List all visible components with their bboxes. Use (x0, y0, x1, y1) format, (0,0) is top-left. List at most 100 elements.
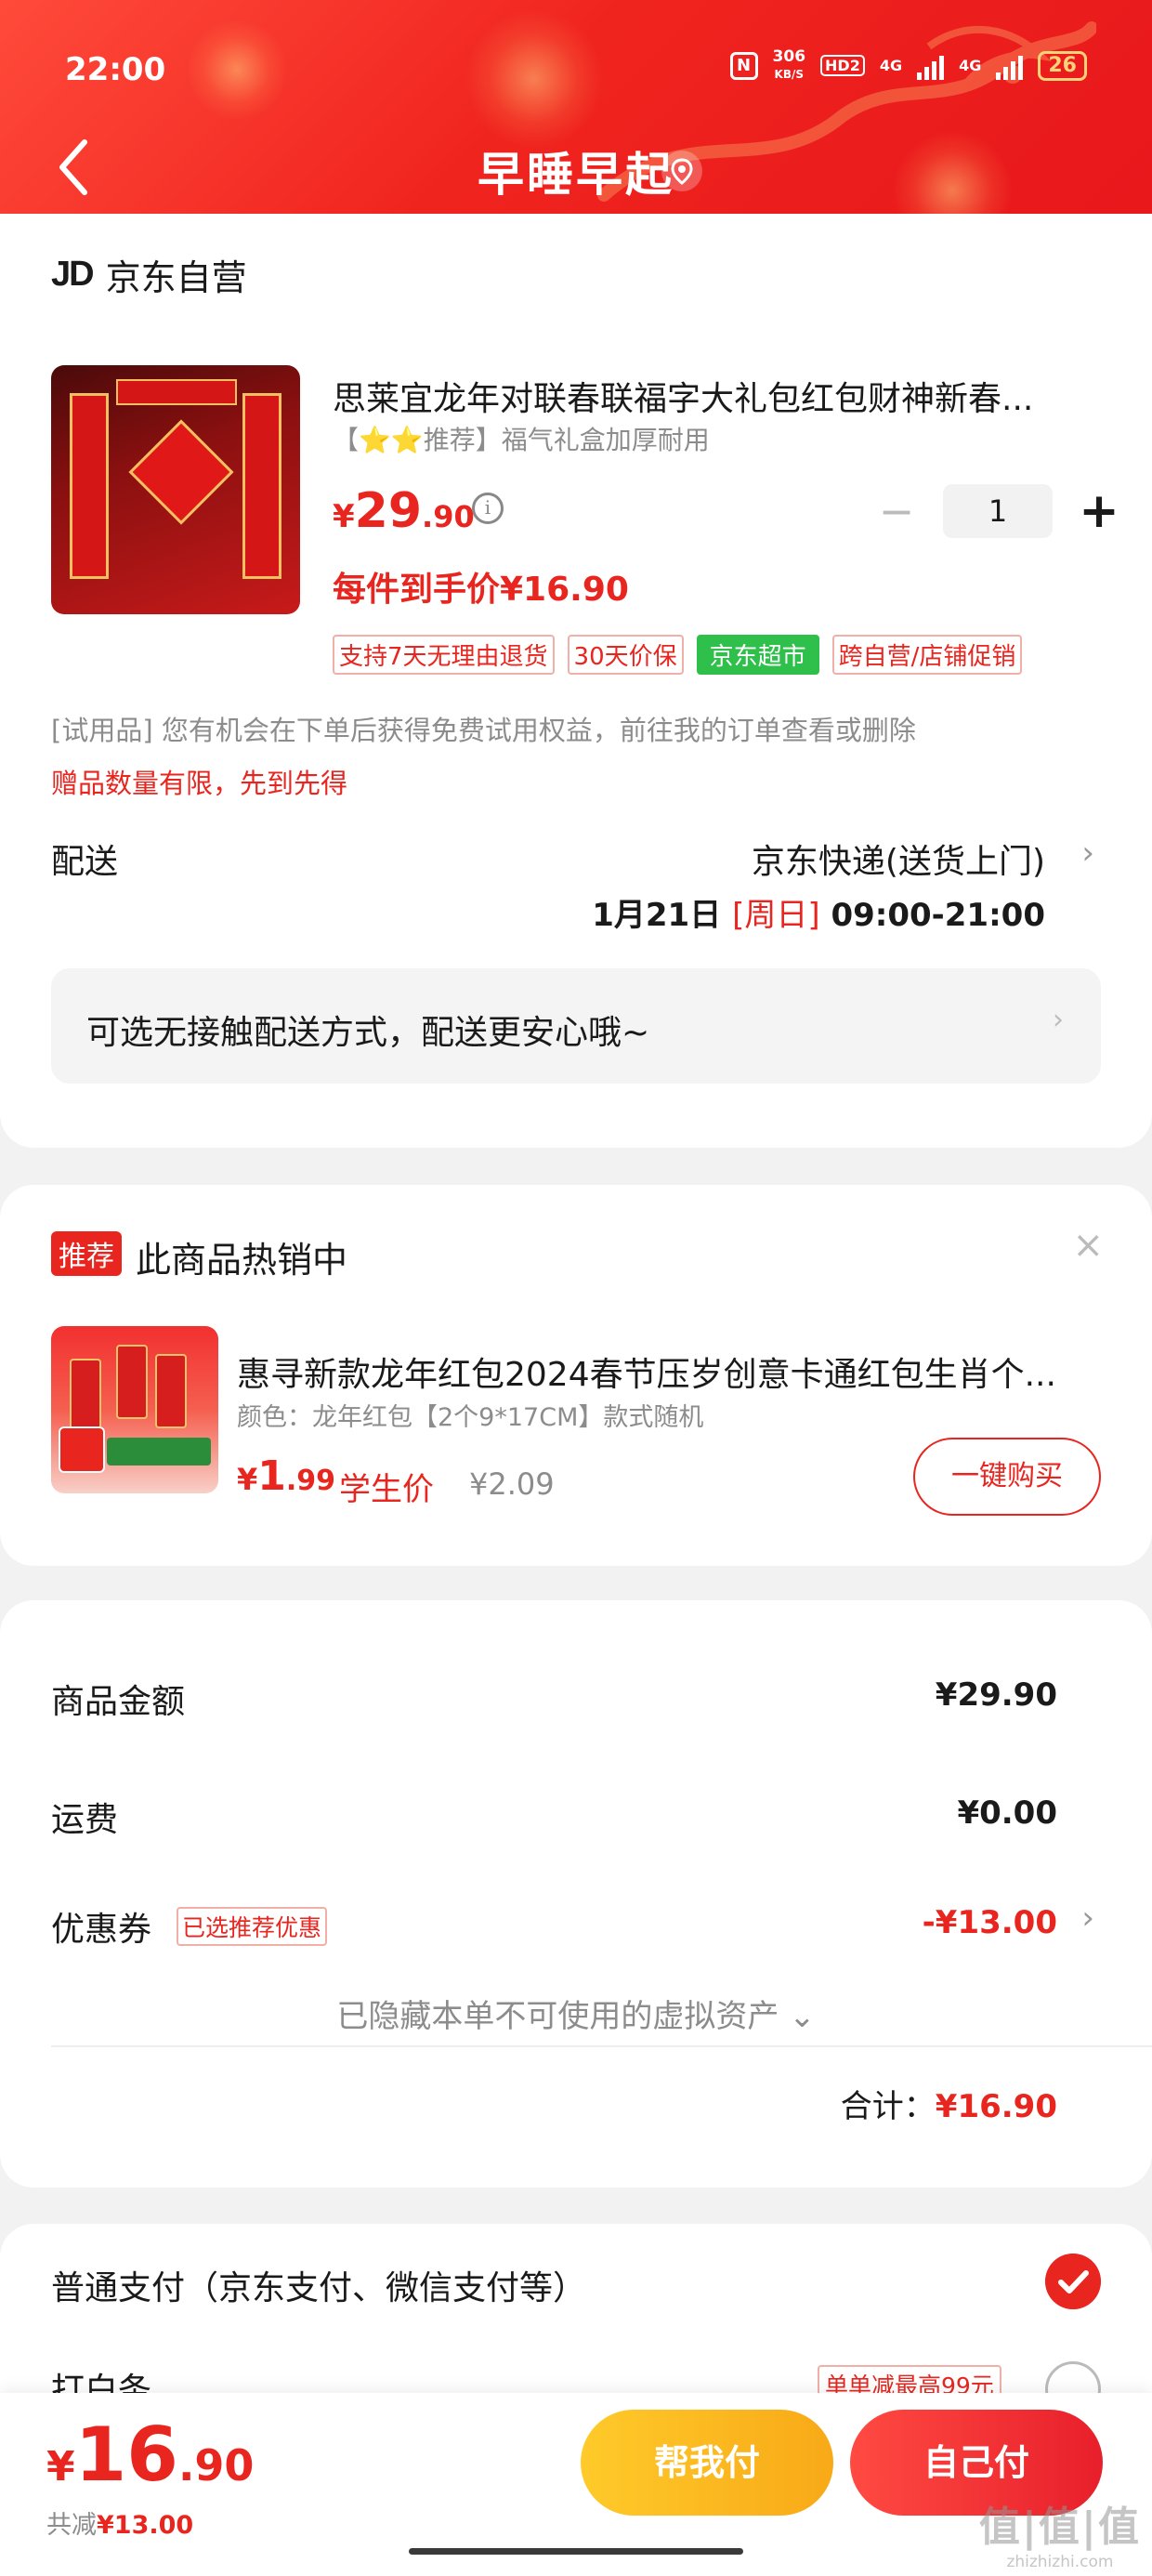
chevron-right-icon: › (1053, 1004, 1064, 1036)
product-image-couplet (242, 393, 281, 579)
price-integer: 29 (354, 483, 423, 539)
home-indicator[interactable] (409, 2548, 743, 2555)
discount-label: 共减 (46, 2511, 97, 2540)
divider (51, 2045, 1152, 2047)
product-tags: 支持7天无理由退货 30天价保 京东超市 跨自营/店铺促销 (333, 635, 1023, 675)
price-currency: ¥ (237, 1462, 258, 1497)
image-label (59, 1426, 105, 1473)
checkout-bar: ¥16.90 共减¥13.00 帮我付 自己付 值|值|值 zhizhizhi.… (0, 2393, 1152, 2576)
image-packet (116, 1345, 148, 1419)
shop-name: 京东自营 (105, 257, 247, 298)
battery-icon: 26 (1038, 50, 1087, 81)
coupon-label: 优惠券 (51, 1911, 152, 1949)
tag-promotion: 跨自营/店铺促销 (831, 635, 1023, 675)
total-value: ¥16.90 (935, 2088, 1057, 2125)
original-price: ¥2.09 (469, 1466, 555, 1502)
discount-value: ¥13.00 (97, 2511, 194, 2540)
recommend-badge: 推荐 (51, 1231, 122, 1276)
one-click-buy-button[interactable]: 一键购买 (913, 1438, 1101, 1516)
shipping-window: 09:00-21:00 (831, 897, 1045, 934)
coupon-tag: 已选推荐优惠 (177, 1907, 328, 1946)
price-currency: ¥ (46, 2443, 75, 2491)
product-image-banner (116, 379, 237, 405)
watermark-url: zhizhizhi.com (1006, 2553, 1114, 2571)
unit-price: 每件到手价¥16.90 (333, 571, 629, 609)
hd-voice-icon: HD2 (820, 55, 865, 76)
network-4g-label-2: 4G (959, 57, 982, 74)
freight-label: 运费 (51, 1801, 119, 1839)
coupon-value[interactable]: -¥13.00 (923, 1904, 1057, 1941)
price-decimal: .99 (285, 1465, 336, 1497)
recommend-title: 此商品热销中 (136, 1240, 348, 1281)
location-pin-icon[interactable] (661, 151, 702, 191)
freight-value: ¥0.00 (957, 1794, 1057, 1832)
total-label: 合计： (840, 2088, 936, 2125)
page-title: 早睡早起 (478, 148, 674, 202)
image-packet (70, 1359, 101, 1433)
total-discount: 共减¥13.00 (46, 2504, 193, 2541)
plus-icon[interactable]: + (1071, 483, 1127, 539)
shipping-method[interactable]: 京东快递(送货上门) (752, 835, 1045, 883)
product-price: ¥29.90 (333, 483, 475, 539)
order-item-card: JD 京东自营 思莱宜龙年对联春联福字大礼包红包财神新春... 【⭐⭐推荐】福气… (0, 214, 1152, 1148)
network-speed: 306 KB/S (773, 48, 806, 83)
info-icon[interactable]: i (472, 493, 504, 524)
quantity-stepper: − 1 + (869, 483, 1127, 539)
network-4g-label: 4G (879, 57, 903, 74)
speed-unit: KB/S (774, 68, 805, 81)
status-time: 22:00 (65, 51, 166, 88)
final-price: ¥16.90 (46, 2412, 254, 2498)
header: 22:00 N 306 KB/S HD2 4G 4G 26 早睡早起 (0, 0, 1152, 237)
price-currency: ¥ (333, 498, 355, 535)
recommend-product-spec: 颜色：龙年红包【2个9*17CM】款式随机 (237, 1403, 704, 1432)
recommend-product-name[interactable]: 惠寻新款龙年红包2024春节压岁创意卡通红包生肖个... (237, 1347, 1101, 1396)
price-integer: 1 (257, 1452, 286, 1500)
goods-amount-value: ¥29.90 (935, 1676, 1057, 1714)
firework-decoration (186, 19, 288, 121)
price-decimal: .90 (177, 2440, 255, 2491)
product-title[interactable]: 思莱宜龙年对联春联福字大礼包红包财神新春... (333, 372, 1094, 420)
product-image-couplet (70, 393, 109, 579)
recommend-price: ¥1.99 (237, 1452, 335, 1500)
product-image-fu (128, 419, 234, 525)
product-image[interactable] (51, 365, 300, 614)
shop-row[interactable]: JD 京东自营 (51, 249, 247, 300)
recommend-product-image[interactable] (51, 1326, 218, 1493)
contactless-text: 可选无接触配送方式，配送更安心哦~ (86, 1014, 650, 1052)
tag-jd-supermarket: 京东超市 (696, 635, 819, 675)
check-icon[interactable] (1045, 2254, 1101, 2309)
recommendation-card: 推荐 此商品热销中 × 惠寻新款龙年红包2024春节压岁创意卡通红包生肖个...… (0, 1185, 1152, 1566)
order-total: 合计：¥16.90 (841, 2081, 1057, 2126)
shipping-weekday: [周日] (732, 897, 820, 934)
chevron-right-icon[interactable]: › (1081, 835, 1094, 872)
chevron-right-icon[interactable]: › (1081, 1899, 1094, 1937)
shipping-label: 配送 (51, 843, 119, 881)
image-bar (107, 1438, 211, 1465)
minus-icon[interactable]: − (869, 486, 924, 536)
gift-notice: 赠品数量有限，先到先得 (51, 768, 348, 799)
image-packet (155, 1354, 187, 1428)
hidden-assets-toggle[interactable]: 已隐藏本单不可使用的虚拟资产 ⌄ (0, 1991, 1152, 2036)
tag-price-protect: 30天价保 (567, 635, 684, 675)
normal-payment-label[interactable]: 普通支付（京东支付、微信支付等） (51, 2261, 586, 2309)
price-integer: 16 (74, 2412, 178, 2498)
price-summary-card: 商品金额 ¥29.90 运费 ¥0.00 优惠券 已选推荐优惠 -¥13.00 … (0, 1600, 1152, 2188)
signal-icon-2 (996, 52, 1024, 80)
speed-value: 306 (772, 47, 806, 66)
contactless-delivery-option[interactable]: 可选无接触配送方式，配送更安心哦~ › (51, 968, 1101, 1084)
close-icon[interactable]: × (1072, 1224, 1104, 1267)
jd-logo: JD (51, 255, 95, 294)
tag-return: 支持7天无理由退货 (333, 635, 555, 675)
help-me-pay-button[interactable]: 帮我付 (581, 2410, 833, 2516)
shipping-date: 1月21日 (592, 897, 722, 934)
watermark-logo: 值|值|值 (978, 2504, 1141, 2551)
signal-icon (917, 52, 945, 80)
goods-amount-label: 商品金额 (51, 1683, 186, 1721)
shipping-time[interactable]: 1月21日 [周日] 09:00-21:00 (592, 889, 1045, 935)
status-icons: N 306 KB/S HD2 4G 4G 26 (729, 48, 1087, 83)
watermark: 值|值|值 zhizhizhi.com (979, 2493, 1141, 2571)
trial-notice[interactable]: [试用品] 您有机会在下单后获得免费试用权益，前往我的订单查看或删除 (51, 709, 916, 748)
quantity-input[interactable]: 1 (943, 484, 1053, 538)
nfc-icon: N (729, 51, 758, 80)
product-variant: 【⭐⭐推荐】福气礼盒加厚耐用 (333, 425, 710, 455)
